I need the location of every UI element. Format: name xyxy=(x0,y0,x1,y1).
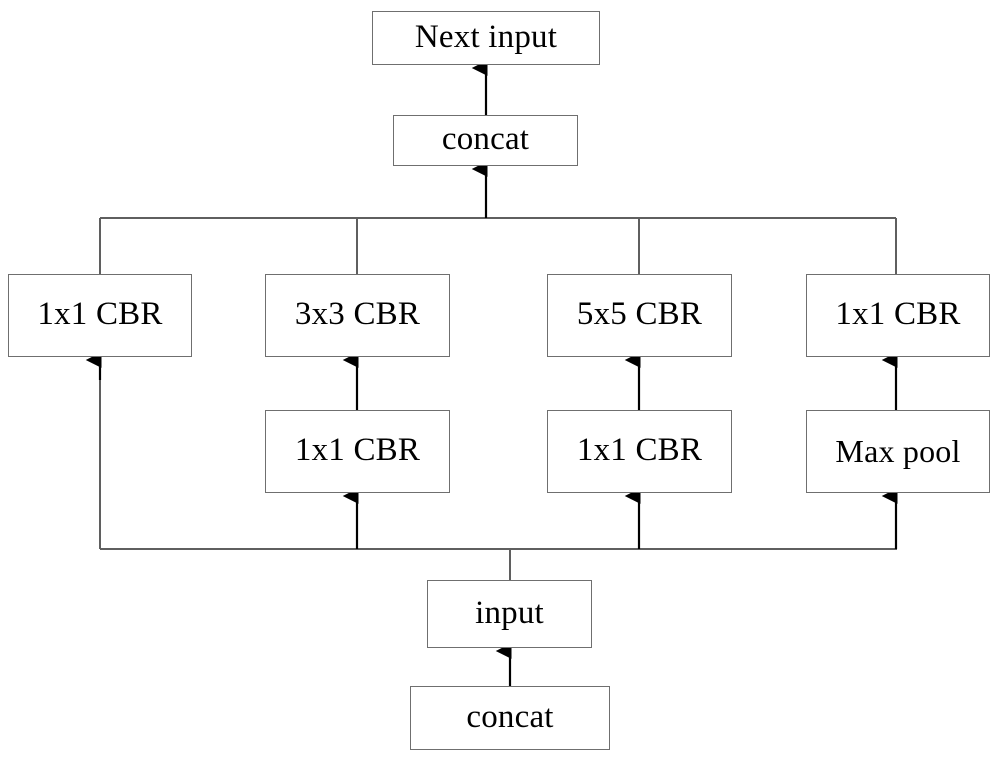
node-branch3-1x1-cbr[interactable]: 1x1 CBR xyxy=(547,410,732,493)
node-concat-bottom[interactable]: concat xyxy=(410,686,610,750)
node-branch1-1x1-cbr[interactable]: 1x1 CBR xyxy=(8,274,192,357)
node-next-input-label: Next input xyxy=(414,18,558,55)
node-branch3-5x5-cbr-label: 5x5 CBR xyxy=(576,296,703,332)
node-input-label: input xyxy=(475,594,544,631)
node-branch4-1x1-cbr-label: 1x1 CBR xyxy=(835,296,961,332)
node-concat-bottom-label: concat xyxy=(466,698,554,735)
node-branch2-3x3-cbr-label: 3x3 CBR xyxy=(294,296,421,332)
node-branch3-5x5-cbr[interactable]: 5x5 CBR xyxy=(547,274,732,357)
node-next-input[interactable]: Next input xyxy=(372,11,600,65)
node-branch4-max-pool-label: Max pool xyxy=(835,432,961,469)
node-input[interactable]: input xyxy=(427,580,592,648)
node-branch4-1x1-cbr[interactable]: 1x1 CBR xyxy=(806,274,990,357)
node-branch2-3x3-cbr[interactable]: 3x3 CBR xyxy=(265,274,450,357)
node-branch4-max-pool[interactable]: Max pool xyxy=(806,410,990,493)
node-concat-top[interactable]: concat xyxy=(393,115,578,166)
node-branch2-1x1-cbr-label: 1x1 CBR xyxy=(294,432,421,468)
node-concat-top-label: concat xyxy=(441,121,530,157)
diagram-canvas: Next input concat 1x1 CBR 3x3 CBR 5x5 CB… xyxy=(0,0,1000,760)
node-branch2-1x1-cbr[interactable]: 1x1 CBR xyxy=(265,410,450,493)
node-branch1-1x1-cbr-label: 1x1 CBR xyxy=(37,296,163,332)
node-branch3-1x1-cbr-label: 1x1 CBR xyxy=(576,432,703,468)
